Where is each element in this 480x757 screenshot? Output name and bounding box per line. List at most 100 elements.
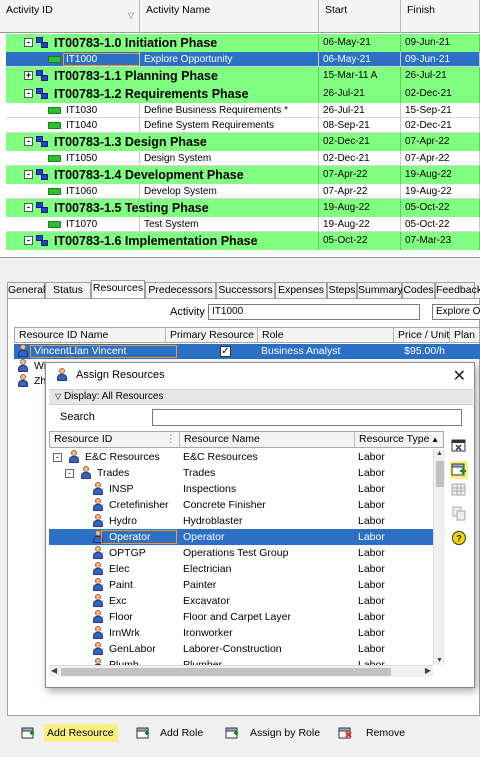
tab-successors[interactable]: Successors: [216, 282, 275, 299]
dialog-title-bar[interactable]: Assign Resources ✕: [46, 363, 474, 388]
display-filter-bar[interactable]: ▽ Display: All Resources: [49, 389, 473, 405]
column-header-label: Finish: [407, 4, 436, 16]
wbs-row[interactable]: - IT00783-1.3 Design Phase 02-Dec-21 07-Apr…: [0, 133, 480, 151]
primary-resource-checkbox[interactable]: ✓: [220, 346, 231, 357]
tab-feedback[interactable]: Feedback: [435, 282, 480, 299]
search-input[interactable]: [152, 409, 462, 426]
collapse-icon[interactable]: -: [24, 170, 33, 179]
grid-view-tool-icon[interactable]: [450, 481, 468, 499]
column-header-resource-name[interactable]: Resource Name: [180, 432, 355, 447]
resource-tree-row[interactable]: - E&C Resources E&C Resources Labor: [49, 449, 433, 465]
expand-icon[interactable]: +: [24, 71, 33, 80]
activity-row[interactable]: IT1060 Develop System 07-Apr-22 19-Aug-22: [0, 184, 480, 199]
collapse-icon[interactable]: -: [24, 38, 33, 47]
assign-resource-tool-icon[interactable]: [450, 461, 468, 479]
activity-id-cell: IT1030: [6, 103, 140, 118]
resource-tree-row[interactable]: Operator Operator Labor: [49, 529, 433, 545]
tab-codes[interactable]: Codes: [402, 282, 435, 299]
add-role-button[interactable]: Add Role: [132, 724, 212, 744]
activity-row[interactable]: IT1000 Explore Opportunity 06-May-21 09-Jun…: [0, 52, 480, 67]
column-header-plan[interactable]: Plan: [450, 328, 480, 342]
scroll-right-icon[interactable]: ▶: [425, 666, 431, 675]
activity-id-cell: IT1070: [6, 217, 140, 232]
resource-tree-row[interactable]: OPTGP Operations Test Group Labor: [49, 545, 433, 561]
resource-tree-row[interactable]: Plumb Plumber Labor: [49, 657, 433, 665]
column-header-activity-name[interactable]: Activity Name: [140, 0, 319, 33]
resource-tree-row[interactable]: IrnWrk Ironworker Labor: [49, 625, 433, 641]
collapse-icon[interactable]: -: [53, 453, 62, 462]
collapse-icon[interactable]: -: [24, 236, 33, 245]
help-icon[interactable]: ?: [450, 529, 468, 547]
activity-row[interactable]: IT1050 Design System 02-Dec-21 07-Apr-22: [0, 151, 480, 166]
column-header-start[interactable]: Start: [319, 0, 401, 33]
wbs-row[interactable]: + IT00783-1.1 Planning Phase 15-Mar-11 A 26…: [0, 67, 480, 85]
wbs-row[interactable]: - IT00783-1.4 Development Phase 07-Apr-22 1…: [0, 166, 480, 184]
collapse-icon[interactable]: -: [65, 469, 74, 478]
tab-expenses[interactable]: Expenses: [275, 282, 327, 299]
start-date: 08-Sep-21: [319, 118, 401, 133]
resource-person-icon: [55, 368, 69, 382]
resource-person-icon: [91, 498, 105, 512]
column-header-resource-type[interactable]: Resource Type ▲: [355, 432, 443, 447]
resource-tree-row[interactable]: Elec Electrician Labor: [49, 561, 433, 577]
resource-tree-row[interactable]: Hydro Hydroblaster Labor: [49, 513, 433, 529]
activity-name: Define Business Requirements *: [140, 103, 319, 118]
add-resource-button[interactable]: Add Resource: [17, 724, 118, 744]
tab-resources[interactable]: Resources: [91, 280, 145, 300]
tab-general[interactable]: General: [7, 282, 45, 299]
resource-name: Excavator: [183, 595, 230, 607]
resource-tree-row[interactable]: INSP Inspections Labor: [49, 481, 433, 497]
collapse-icon[interactable]: -: [24, 89, 33, 98]
activity-row[interactable]: IT1030 Define Business Requirements * 26-J…: [0, 103, 480, 118]
activity-id-field[interactable]: IT1000: [208, 304, 420, 320]
wbs-row[interactable]: - IT00783-1.5 Testing Phase 19-Aug-22 05-Oc…: [0, 199, 480, 217]
copy-tool-icon[interactable]: [450, 505, 468, 523]
start-date: 06-May-21: [319, 52, 401, 67]
column-header-resource-id[interactable]: Resource ID ⋮: [50, 432, 180, 447]
column-header-price-unit[interactable]: Price / Unit: [394, 328, 450, 342]
scroll-thumb[interactable]: [61, 668, 391, 676]
close-icon[interactable]: ✕: [453, 366, 466, 386]
column-header-finish[interactable]: Finish: [401, 0, 480, 33]
resource-tree-row[interactable]: Floor Floor and Carpet Layer Labor: [49, 609, 433, 625]
close-dialog-tool-icon[interactable]: [450, 437, 468, 455]
activity-bar-icon: [48, 122, 61, 129]
resource-tree-row[interactable]: Cretefinisher Concrete Finisher Labor: [49, 497, 433, 513]
collapse-icon[interactable]: -: [24, 137, 33, 146]
horizontal-scrollbar[interactable]: ◀ ▶: [49, 665, 433, 677]
scroll-thumb[interactable]: [436, 461, 444, 487]
scroll-down-icon[interactable]: ▼: [436, 657, 443, 664]
activity-row[interactable]: IT1040 Define System Requirements 08-Sep-2…: [0, 118, 480, 133]
activity-name-field[interactable]: Explore Op: [432, 304, 480, 320]
vertical-scrollbar[interactable]: ▲ ▼: [433, 449, 445, 665]
start-date: 02-Dec-21: [319, 151, 401, 166]
resource-type: Labor: [358, 547, 385, 559]
assign-by-role-button[interactable]: Assign by Role: [221, 724, 321, 744]
activity-row[interactable]: IT1070 Test System 19-Aug-22 05-Oct-22: [0, 217, 480, 232]
resource-type: Labor: [358, 643, 385, 655]
wbs-row[interactable]: - IT00783-1.6 Implementation Phase 05-Oct-…: [0, 232, 480, 250]
scroll-up-icon[interactable]: ▲: [436, 450, 443, 457]
tab-summary[interactable]: Summary: [357, 282, 403, 299]
resource-assignment-row[interactable]: VincentLlan Vincent ✓ Business Analyst $95.…: [14, 344, 480, 359]
focus-outline: [101, 530, 177, 544]
wbs-row[interactable]: - IT00783-1.0 Initiation Phase 06-May-21 09…: [0, 34, 480, 52]
scroll-left-icon[interactable]: ◀: [51, 666, 57, 675]
collapse-icon[interactable]: -: [24, 203, 33, 212]
wbs-row[interactable]: - IT00783-1.2 Requirements Phase 26-Jul-21…: [0, 85, 480, 103]
tab-predecessors[interactable]: Predecessors: [145, 282, 216, 299]
resource-tree-row[interactable]: Exc Excavator Labor: [49, 593, 433, 609]
column-header-primary-resource[interactable]: Primary Resource: [166, 328, 258, 342]
tab-steps[interactable]: Steps: [327, 282, 357, 299]
start-date: 19-Aug-22: [319, 199, 401, 217]
resources-grid-header: Resource ID Name Primary Resource Role P…: [14, 327, 480, 343]
remove-button[interactable]: Remove: [334, 724, 414, 744]
column-header-resource-id-name[interactable]: Resource ID Name: [15, 328, 166, 342]
column-header-role[interactable]: Role: [258, 328, 394, 342]
resource-tree-row[interactable]: GenLabor Laborer-Construction Labor: [49, 641, 433, 657]
resource-tree-row[interactable]: Paint Painter Labor: [49, 577, 433, 593]
start-date: 06-May-21: [319, 34, 401, 52]
resource-tree-row[interactable]: - Trades Trades Labor: [49, 465, 433, 481]
tab-status[interactable]: Status: [45, 282, 91, 299]
column-header-activity-id[interactable]: Activity ID ▽: [0, 0, 140, 33]
